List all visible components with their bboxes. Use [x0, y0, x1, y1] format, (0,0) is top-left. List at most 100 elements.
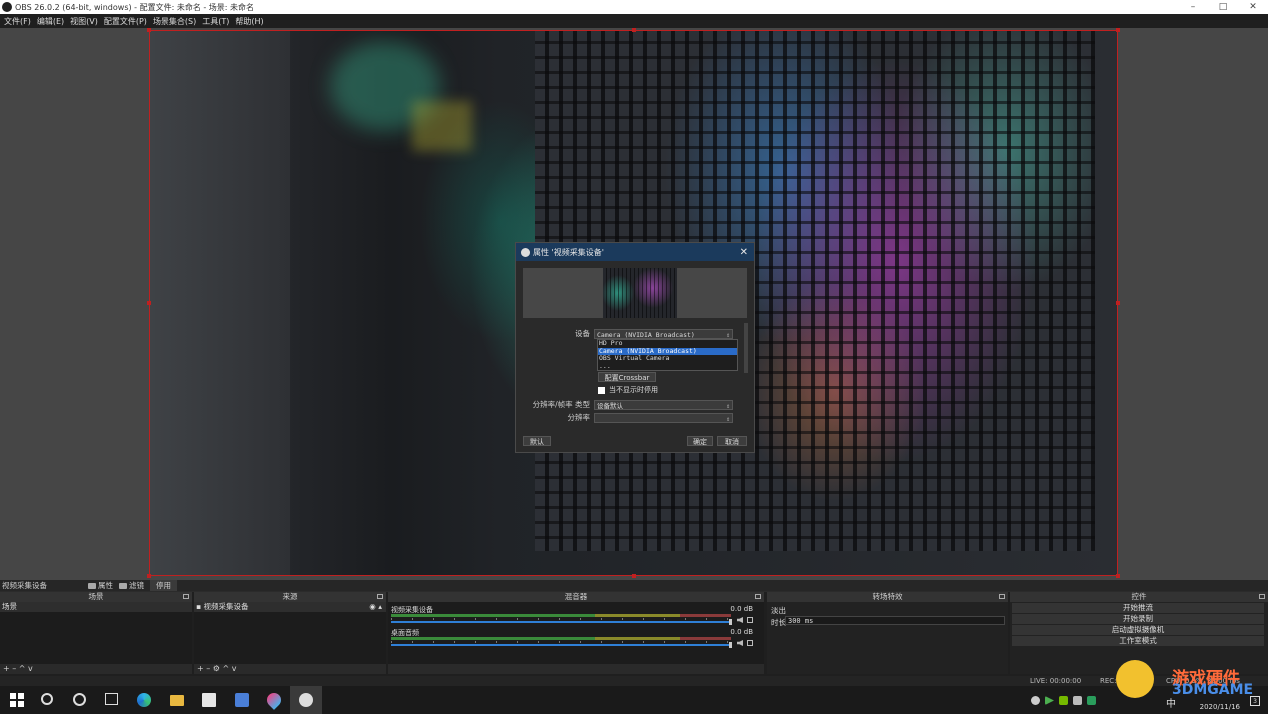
source-item-label: 视频采集设备 — [203, 602, 249, 611]
taskbar-date[interactable]: 2020/11/16 — [1200, 703, 1240, 711]
resize-handle-left[interactable] — [147, 301, 151, 305]
app-icon[interactable] — [235, 693, 249, 707]
undock-icon[interactable] — [755, 594, 761, 599]
obs-taskbar-icon[interactable] — [299, 693, 313, 707]
watermark-line2: 3DMGAME — [1172, 682, 1254, 698]
eye-lock-icon[interactable]: ◉ ▴ — [369, 602, 382, 612]
list-item[interactable]: 场景 — [0, 602, 192, 612]
meter-ticks — [391, 618, 731, 620]
mixer-body: 视频采集设备 0.0 dB 桌面音频 0.0 dB — [388, 602, 764, 664]
deactivate-checkbox[interactable] — [598, 386, 605, 394]
start-streaming-button[interactable]: 开始推流 — [1012, 603, 1264, 614]
speaker-icon[interactable] — [737, 617, 743, 623]
menu-help[interactable]: 帮助(H) — [235, 16, 263, 27]
sources-footer-buttons[interactable]: + – ⚙ ^ v — [194, 664, 386, 674]
resize-handle-top[interactable] — [632, 28, 636, 32]
task-view-icon[interactable] — [105, 693, 118, 705]
undock-icon[interactable] — [999, 594, 1005, 599]
menu-file[interactable]: 文件(F) — [4, 16, 31, 27]
defaults-button[interactable]: 默认 — [523, 436, 551, 446]
resize-handle-bottom-right[interactable] — [1116, 574, 1120, 578]
resize-handle-bottom[interactable] — [632, 574, 636, 578]
volume-slider[interactable] — [391, 644, 731, 646]
resolution-select[interactable]: ⇕ — [594, 412, 733, 423]
close-button[interactable]: ✕ — [1238, 2, 1268, 12]
start-virtual-camera-button[interactable]: 启动虚拟摄像机 — [1012, 625, 1264, 636]
volume-slider[interactable] — [391, 621, 731, 623]
volume-meter — [391, 614, 731, 617]
obs-logo-icon — [521, 247, 530, 257]
resize-handle-top-left[interactable] — [147, 28, 151, 32]
device-select[interactable]: Camera (NVIDIA Broadcast) ⇕ — [594, 328, 733, 339]
menu-edit[interactable]: 编辑(E) — [37, 16, 64, 27]
deactivate-button-label: 停用 — [156, 581, 171, 590]
menu-tools[interactable]: 工具(T) — [202, 16, 229, 27]
undock-icon[interactable] — [377, 594, 383, 599]
filter-icon — [119, 582, 127, 589]
dialog-close-button[interactable]: ✕ — [740, 247, 748, 258]
properties-button[interactable]: 属性 — [88, 580, 113, 591]
studio-mode-button[interactable]: 工作室模式 — [1012, 636, 1264, 647]
sources-dock-header: 来源 — [194, 592, 386, 602]
list-item[interactable]: ▪ 视频采集设备 ◉ ▴ — [194, 602, 386, 612]
transitions-dock-header: 转场特效 — [767, 592, 1008, 602]
cortana-icon[interactable] — [73, 693, 86, 706]
search-icon[interactable] — [41, 693, 53, 705]
filters-button-label: 滤镜 — [129, 581, 144, 590]
status-bar: LIVE: 00:00:00 REC: 00:00:00 CPU: 0.9%, … — [0, 676, 1268, 686]
nvidia-icon[interactable] — [1059, 696, 1068, 705]
sources-list[interactable]: ▪ 视频采集设备 ◉ ▴ — [194, 602, 386, 664]
gear-icon[interactable] — [747, 640, 753, 646]
edge-browser-icon[interactable] — [137, 693, 151, 707]
transitions-dock: 转场特效 淡出 时长 300 ms — [767, 592, 1008, 674]
live-status: LIVE: 00:00:00 — [1030, 677, 1082, 685]
menu-scene-collection[interactable]: 场景集合(S) — [153, 16, 196, 27]
volume-slider-handle[interactable] — [729, 642, 732, 648]
speaker-icon[interactable] — [737, 640, 743, 646]
scenes-footer-buttons[interactable]: + – ^ v — [0, 664, 192, 674]
cancel-button[interactable]: 取消 — [717, 436, 747, 446]
device-option[interactable]: ... — [598, 362, 737, 371]
obs-tray-icon[interactable] — [1031, 696, 1040, 705]
configure-crossbar-button[interactable]: 配置Crossbar — [598, 372, 656, 382]
resolution-type-select[interactable]: 设备默认 ⇕ — [594, 399, 733, 410]
deactivate-button[interactable]: 停用 — [150, 580, 177, 591]
undock-icon[interactable] — [1259, 594, 1265, 599]
start-recording-button[interactable]: 开始录制 — [1012, 614, 1264, 625]
play-icon[interactable] — [1045, 696, 1054, 705]
menu-view[interactable]: 视图(V) — [70, 16, 98, 27]
dialog-scrollbar[interactable] — [744, 323, 748, 373]
gear-icon[interactable] — [747, 617, 753, 623]
network-icon[interactable] — [1073, 696, 1082, 705]
deactivate-checkbox-row: 当不显示时停用 — [598, 385, 658, 395]
sources-dock: 来源 ▪ 视频采集设备 ◉ ▴ + – ⚙ ^ v — [194, 592, 386, 674]
device-label: 设备 — [575, 329, 590, 338]
maximize-button[interactable]: □ — [1208, 2, 1238, 12]
menu-profile[interactable]: 配置文件(P) — [104, 16, 147, 27]
windows-start-icon[interactable] — [10, 693, 24, 707]
device-dropdown-list[interactable]: HD Pro Camera (NVIDIA Broadcast) OBS Vir… — [597, 339, 738, 371]
sources-dock-title: 来源 — [282, 592, 298, 601]
windows-taskbar: 中 2020/11/16 3 — [0, 686, 1268, 714]
window-title: OBS 26.0.2 (64-bit, windows) - 配置文件: 未命名… — [15, 2, 255, 12]
resolution-type-row: 分辨率/帧率 类型 设备默认 ⇕ — [516, 399, 756, 410]
minimize-button[interactable]: – — [1178, 2, 1208, 12]
paint-drop-icon[interactable] — [264, 690, 284, 710]
controls-dock-title: 控件 — [1131, 592, 1147, 601]
resize-handle-right[interactable] — [1116, 301, 1120, 305]
mixer-channel-db: 0.0 dB — [730, 605, 753, 613]
resize-handle-top-right[interactable] — [1116, 28, 1120, 32]
scenes-list[interactable]: 场景 — [0, 602, 192, 664]
undock-icon[interactable] — [183, 594, 189, 599]
device-option[interactable]: OBS Virtual Camera — [598, 354, 737, 363]
resize-handle-bottom-left[interactable] — [147, 574, 151, 578]
filters-button[interactable]: 滤镜 — [119, 580, 144, 591]
store-icon[interactable] — [202, 693, 216, 707]
transition-type-select[interactable]: 淡出 — [771, 605, 786, 616]
duration-input[interactable]: 300 ms — [785, 616, 1005, 625]
security-icon[interactable] — [1087, 696, 1096, 705]
volume-slider-handle[interactable] — [729, 619, 732, 625]
file-explorer-icon[interactable] — [170, 695, 184, 706]
ok-button[interactable]: 确定 — [687, 436, 713, 446]
chevron-down-icon: ⇕ — [726, 401, 730, 410]
